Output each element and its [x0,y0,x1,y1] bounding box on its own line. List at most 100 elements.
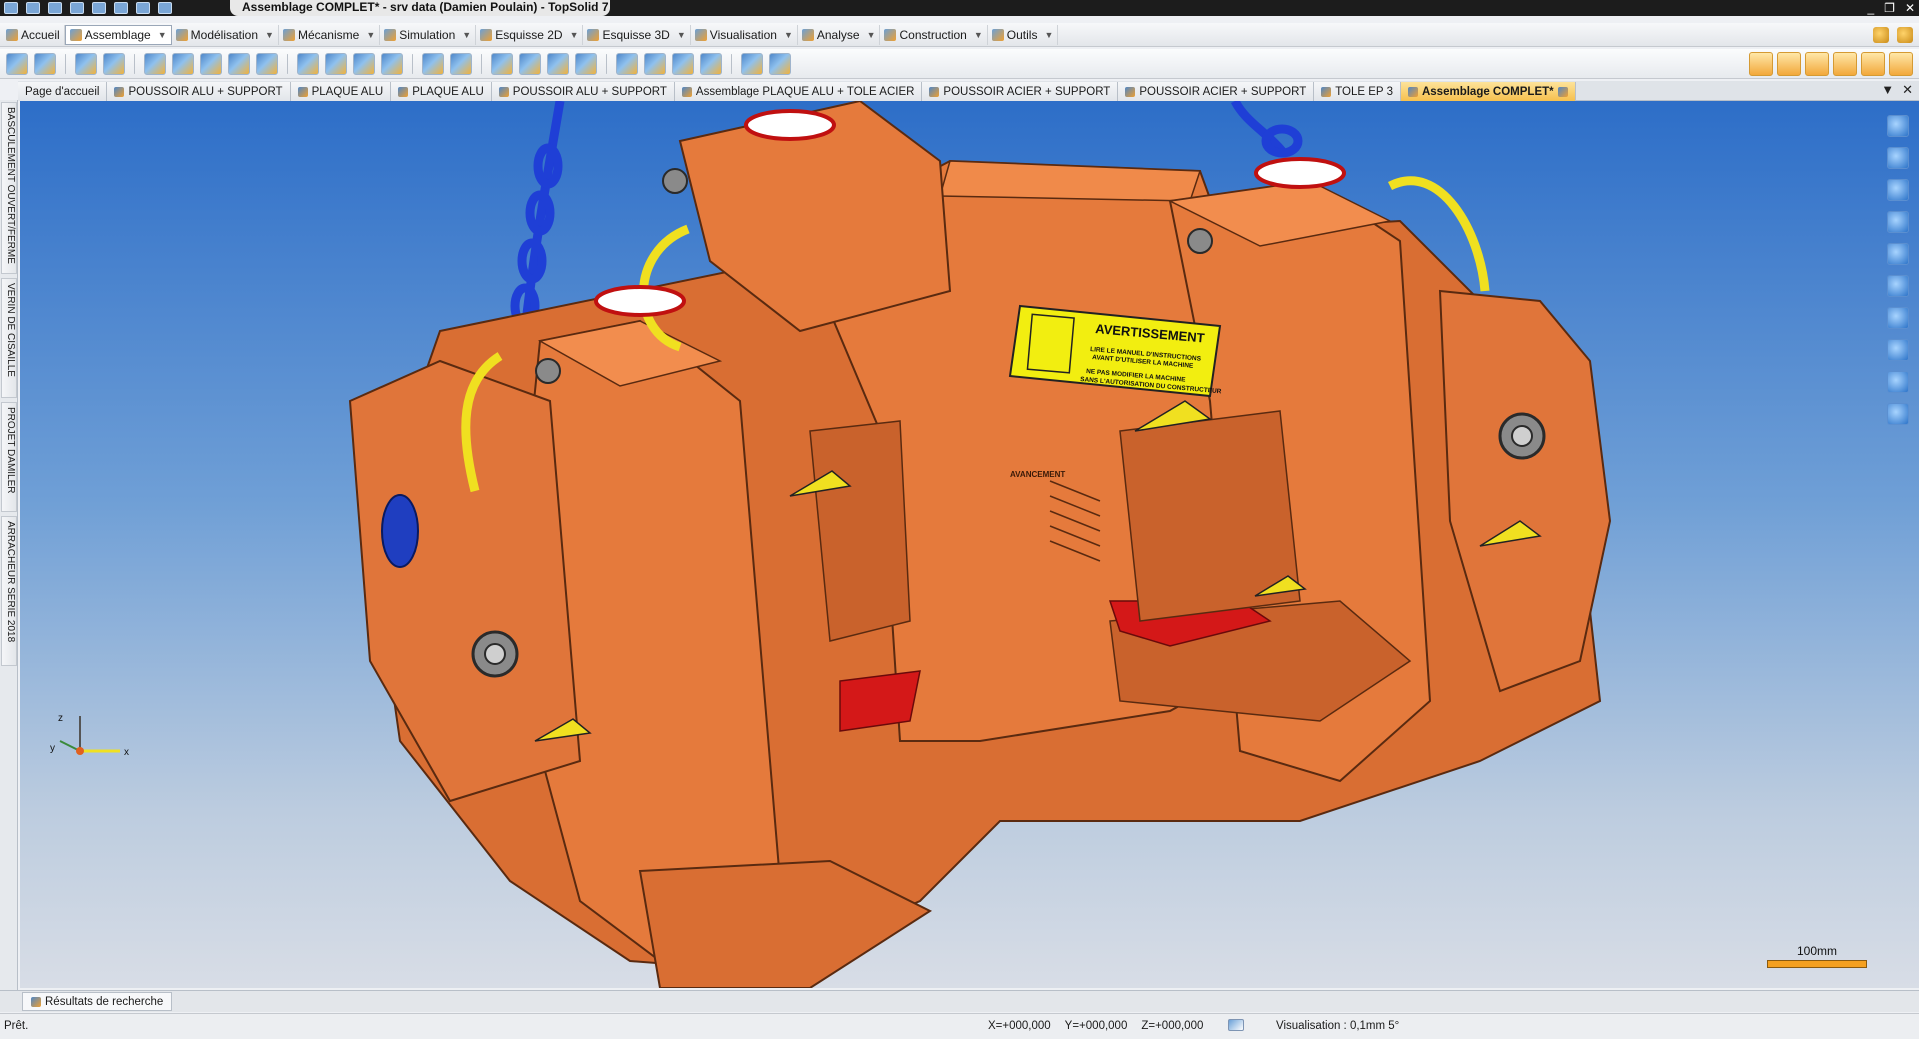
cut-icon[interactable] [547,53,569,75]
zoom-window-icon[interactable] [1887,275,1909,297]
sketch-tool-icon[interactable] [741,53,763,75]
menu-assemblage[interactable]: Assemblage ▼ [64,25,172,45]
mechanism-icon [282,29,295,41]
tab-document[interactable]: POUSSOIR ACIER + SUPPORT [1118,82,1315,101]
side-tab-arracheur[interactable]: ARRACHEUR SERIE 2018 [1,516,17,666]
3d-viewport[interactable]: AVERTISSEMENT LIRE LE MANUEL D'INSTRUCTI… [20,101,1919,988]
chevron-down-icon[interactable]: ▼ [867,30,876,40]
tab-document[interactable]: PLAQUE ALU [290,82,392,101]
pattern-icon[interactable] [353,53,375,75]
refresh-icon[interactable] [158,2,172,14]
tab-document[interactable]: POUSSOIR ALU + SUPPORT [491,82,675,101]
align-icon[interactable] [381,53,403,75]
fixed-constraint-icon[interactable] [256,53,278,75]
tab-document[interactable]: PLAQUE ALU [391,82,492,101]
visualization-settings-icon[interactable] [1228,1019,1244,1031]
search-results-tab[interactable]: Résultats de recherche [22,992,173,1011]
split-view-icon[interactable] [1887,243,1909,265]
tab-document[interactable]: POUSSOIR ALU + SUPPORT [107,82,291,101]
pan-icon[interactable] [1887,115,1909,137]
tab-page-accueil[interactable]: Page d'accueil [18,82,108,101]
chevron-down-icon[interactable]: ▼ [677,30,686,40]
chevron-down-icon[interactable]: ▼ [570,30,579,40]
select-mode-icon[interactable] [1749,52,1773,76]
menu-esquisse-2d[interactable]: Esquisse 2D ▼ [476,25,584,45]
menu-visualisation[interactable]: Visualisation ▼ [691,25,798,45]
tab-list-icon[interactable]: ▼ [1881,82,1894,98]
replace-part-icon[interactable] [34,53,56,75]
section-icon[interactable] [672,53,694,75]
coord-y: Y=+000,000 [1064,1020,1128,1032]
repeat-icon[interactable] [297,53,319,75]
app-logo-icon[interactable] [4,2,18,14]
render-mode-icon[interactable] [1861,52,1885,76]
measure-icon[interactable] [700,53,722,75]
point-constraint-icon[interactable] [228,53,250,75]
menu-modelisation[interactable]: Modélisation ▼ [172,25,279,45]
menu-construction[interactable]: Construction ▼ [880,25,988,45]
weld-icon[interactable] [575,53,597,75]
rotate-icon[interactable] [1887,147,1909,169]
operation-icon[interactable] [491,53,513,75]
chevron-down-icon[interactable]: ▼ [784,30,793,40]
menu-simulation[interactable]: Simulation ▼ [380,25,477,45]
include-part-icon[interactable] [6,53,28,75]
sub-assembly-icon[interactable] [422,53,444,75]
save-all-icon[interactable] [48,2,62,14]
bom-icon[interactable] [616,53,638,75]
close-document-icon[interactable]: ✕ [1902,82,1913,98]
minimize-button[interactable]: _ [1867,1,1874,15]
view-direction-icon[interactable] [1887,179,1909,201]
move-part-icon[interactable] [103,53,125,75]
tab-active-document[interactable]: Assemblage COMPLET* [1400,82,1576,101]
camera-icon[interactable] [1887,211,1909,233]
undo-icon[interactable] [92,2,106,14]
chevron-down-icon[interactable]: ▼ [366,30,375,40]
pen-icon[interactable] [136,2,150,14]
help-view-icon[interactable] [1887,403,1909,425]
chevron-down-icon[interactable]: ▼ [1044,30,1053,40]
side-tab-verin[interactable]: VERIN DE CISAILLE [1,278,17,398]
help-icon[interactable] [1897,27,1913,43]
frame-constraint-icon[interactable] [144,53,166,75]
close-button[interactable]: ✕ [1905,1,1915,15]
tab-document[interactable]: Assemblage PLAQUE ALU + TOLE ACIER [674,82,923,101]
chevron-down-icon[interactable]: ▼ [265,30,274,40]
dimension-icon[interactable] [769,53,791,75]
filter-icon[interactable] [1777,52,1801,76]
options-icon[interactable] [1873,27,1889,43]
side-tab-projet[interactable]: PROJET DAMILER [1,402,17,512]
plane-constraint-icon[interactable] [172,53,194,75]
redo-icon[interactable] [114,2,128,14]
tab-document[interactable]: TOLE EP 3 [1314,82,1401,101]
chevron-down-icon[interactable]: ▼ [158,30,167,40]
view-options-icon[interactable] [1833,52,1857,76]
shading-icon[interactable] [1887,371,1909,393]
tab-document[interactable]: POUSSOIR ACIER + SUPPORT [922,82,1119,101]
interference-icon[interactable] [644,53,666,75]
explode-icon[interactable] [450,53,472,75]
menu-outils[interactable]: Outils ▼ [988,25,1059,45]
save-icon[interactable] [26,2,40,14]
3d-model-scene[interactable]: AVERTISSEMENT LIRE LE MANUEL D'INSTRUCTI… [20,101,1919,988]
side-tab-basculement[interactable]: BASCULEMENT OUVERT/FERME [1,102,17,274]
axis-constraint-icon[interactable] [200,53,222,75]
visualization-precision[interactable]: Visualisation : 0,1mm 5° [1276,1020,1399,1032]
constraint-icon[interactable] [75,53,97,75]
tab-close-icon[interactable] [1557,86,1568,97]
menu-esquisse-3d[interactable]: Esquisse 3D ▼ [583,25,691,45]
view-cube-icon[interactable] [1887,339,1909,361]
highlight-icon[interactable] [1805,52,1829,76]
restore-button[interactable]: ❐ [1884,1,1895,15]
menu-label: Outils [1006,28,1038,42]
menu-analyse[interactable]: Analyse ▼ [798,25,881,45]
zoom-icon[interactable] [1887,307,1909,329]
chevron-down-icon[interactable]: ▼ [974,30,983,40]
menu-accueil[interactable]: Accueil [2,25,65,45]
menu-mecanisme[interactable]: Mécanisme ▼ [279,25,381,45]
lighting-icon[interactable] [1889,52,1913,76]
mirror-icon[interactable] [325,53,347,75]
chevron-down-icon[interactable]: ▼ [462,30,471,40]
drill-icon[interactable] [519,53,541,75]
print-icon[interactable] [70,2,84,14]
